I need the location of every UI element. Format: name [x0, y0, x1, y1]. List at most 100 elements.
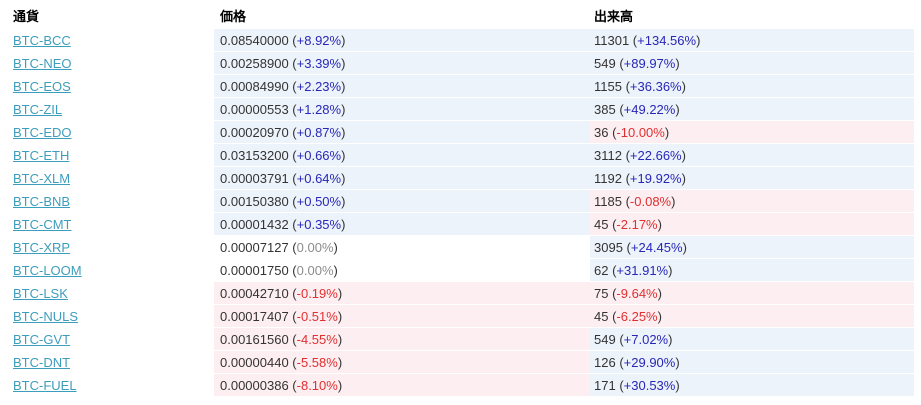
volume-change: -2.17%: [616, 216, 658, 232]
price-cell: 0.00000386 (-8.10%): [214, 374, 590, 396]
volume-change-open-paren: (: [621, 147, 630, 163]
currency-pair-link[interactable]: BTC-NULS: [13, 309, 78, 324]
volume-change: +24.45%: [630, 239, 683, 255]
header-price: 価格: [220, 9, 247, 24]
volume-change-open-paren: (: [615, 101, 624, 117]
table-row: BTC-ETH 0.03153200 (+0.66%) 3112 (+22.66%): [8, 143, 914, 166]
price-cell: 0.00042710 (-0.19%): [214, 282, 590, 304]
volume-value: 11301: [594, 32, 630, 48]
price-change-open-paren: (: [288, 285, 297, 301]
volume-value: 62: [594, 262, 609, 278]
price-value: 0.00001432: [220, 216, 289, 232]
currency-pair-link[interactable]: BTC-XLM: [13, 171, 70, 186]
currency-pair-link[interactable]: BTC-NEO: [13, 56, 72, 71]
table-header: 通貨 価格 出来高: [8, 4, 914, 28]
price-change: +1.28%: [296, 101, 342, 117]
table-row: BTC-CMT 0.00001432 (+0.35%) 45 (-2.17%): [8, 212, 914, 235]
currency-cell: BTC-XRP: [8, 240, 214, 255]
currency-pair-link[interactable]: BTC-GVT: [13, 332, 70, 347]
price-cell: 0.08540000 (+8.92%): [214, 29, 590, 51]
volume-change-close-paren: ): [675, 101, 680, 117]
volume-change-close-paren: ): [657, 216, 662, 232]
currency-pair-link[interactable]: BTC-BNB: [13, 194, 70, 209]
currency-cell: BTC-LOOM: [8, 263, 214, 278]
currency-pair-link[interactable]: BTC-LOOM: [13, 263, 82, 278]
currency-pair-link[interactable]: BTC-LSK: [13, 286, 68, 301]
currency-pair-link[interactable]: BTC-BCC: [13, 33, 71, 48]
price-cell: 0.00000553 (+1.28%): [214, 98, 590, 120]
currency-pair-link[interactable]: BTC-EOS: [13, 79, 71, 94]
price-change-close-paren: ): [341, 32, 346, 48]
price-cell: 0.00258900 (+3.39%): [214, 52, 590, 74]
currency-pair-link[interactable]: BTC-XRP: [13, 240, 70, 255]
currency-cell: BTC-BNB: [8, 194, 214, 209]
volume-value: 1155: [594, 78, 622, 94]
currency-pair-link[interactable]: BTC-ETH: [13, 148, 69, 163]
price-cell: 0.00001750 (0.00%): [214, 259, 590, 281]
volume-change-close-paren: ): [657, 308, 662, 324]
table-row: BTC-LSK 0.00042710 (-0.19%) 75 (-9.64%): [8, 281, 914, 304]
price-change-open-paren: (: [288, 331, 297, 347]
price-value: 0.00084990: [220, 78, 289, 94]
currency-pair-link[interactable]: BTC-CMT: [13, 217, 72, 232]
ticker-table: 通貨 価格 出来高 BTC-BCC 0.08540000 (+8.92%) 1130…: [8, 4, 914, 396]
currency-pair-link[interactable]: BTC-DNT: [13, 355, 70, 370]
price-change-open-paren: (: [288, 55, 297, 71]
volume-change: +36.36%: [629, 78, 682, 94]
table-row: BTC-FUEL 0.00000386 (-8.10%) 171 (+30.53%): [8, 373, 914, 396]
volume-value: 385: [594, 101, 616, 117]
price-change-open-paren: (: [288, 377, 297, 393]
price-cell: 0.00084990 (+2.23%): [214, 75, 590, 97]
price-change: +3.39%: [296, 55, 342, 71]
currency-cell: BTC-NEO: [8, 56, 214, 71]
volume-change-open-paren: (: [622, 239, 631, 255]
price-cell: 0.03153200 (+0.66%): [214, 144, 590, 166]
volume-value: 1192: [594, 170, 622, 186]
currency-pair-link[interactable]: BTC-FUEL: [13, 378, 77, 393]
volume-change-close-paren: ): [675, 377, 680, 393]
volume-change-open-paren: (: [629, 32, 638, 48]
price-value: 0.00000553: [220, 101, 289, 117]
price-value: 0.00000440: [220, 354, 289, 370]
price-value: 0.00003791: [220, 170, 289, 186]
price-change-close-paren: ): [337, 331, 343, 347]
volume-change-close-paren: ): [675, 55, 680, 71]
header-volume: 出来高: [594, 9, 634, 24]
header-currency: 通貨: [13, 9, 40, 24]
price-change: +0.87%: [296, 124, 342, 140]
price-change: -5.58%: [296, 354, 338, 370]
volume-change: +30.53%: [623, 377, 676, 393]
price-value: 0.00258900: [220, 55, 289, 71]
currency-cell: BTC-BCC: [8, 33, 214, 48]
price-cell: 0.00017407 (-0.51%): [214, 305, 590, 327]
volume-change-close-paren: ): [696, 32, 701, 48]
volume-cell: 549 (+7.02%): [590, 328, 914, 350]
price-change-close-paren: ): [333, 239, 338, 255]
currency-cell: BTC-LSK: [8, 286, 214, 301]
price-change-close-paren: ): [341, 193, 346, 209]
volume-value: 3095: [594, 239, 623, 255]
volume-change: +7.02%: [623, 331, 669, 347]
volume-change-open-paren: (: [615, 377, 624, 393]
volume-value: 549: [594, 55, 616, 71]
volume-change: +31.91%: [616, 262, 669, 278]
currency-pair-link[interactable]: BTC-EDO: [13, 125, 72, 140]
volume-value: 45: [594, 308, 609, 324]
price-change: -0.19%: [296, 285, 338, 301]
table-row: BTC-GVT 0.00161560 (-4.55%) 549 (+7.02%): [8, 327, 914, 350]
currency-cell: BTC-XLM: [8, 171, 214, 186]
currency-cell: BTC-NULS: [8, 309, 214, 324]
price-change-open-paren: (: [288, 78, 297, 94]
volume-change: -10.00%: [616, 124, 665, 140]
price-change-close-paren: ): [341, 124, 346, 140]
price-change-close-paren: ): [333, 262, 338, 278]
currency-cell: BTC-EOS: [8, 79, 214, 94]
volume-change-close-paren: ): [657, 285, 662, 301]
volume-cell: 75 (-9.64%): [590, 282, 914, 304]
currency-cell: BTC-GVT: [8, 332, 214, 347]
volume-change-close-paren: ): [675, 354, 680, 370]
currency-pair-link[interactable]: BTC-ZIL: [13, 102, 62, 117]
table-row: BTC-ZIL 0.00000553 (+1.28%) 385 (+49.22%): [8, 97, 914, 120]
volume-cell: 171 (+30.53%): [590, 374, 914, 396]
price-change-close-paren: ): [337, 354, 343, 370]
